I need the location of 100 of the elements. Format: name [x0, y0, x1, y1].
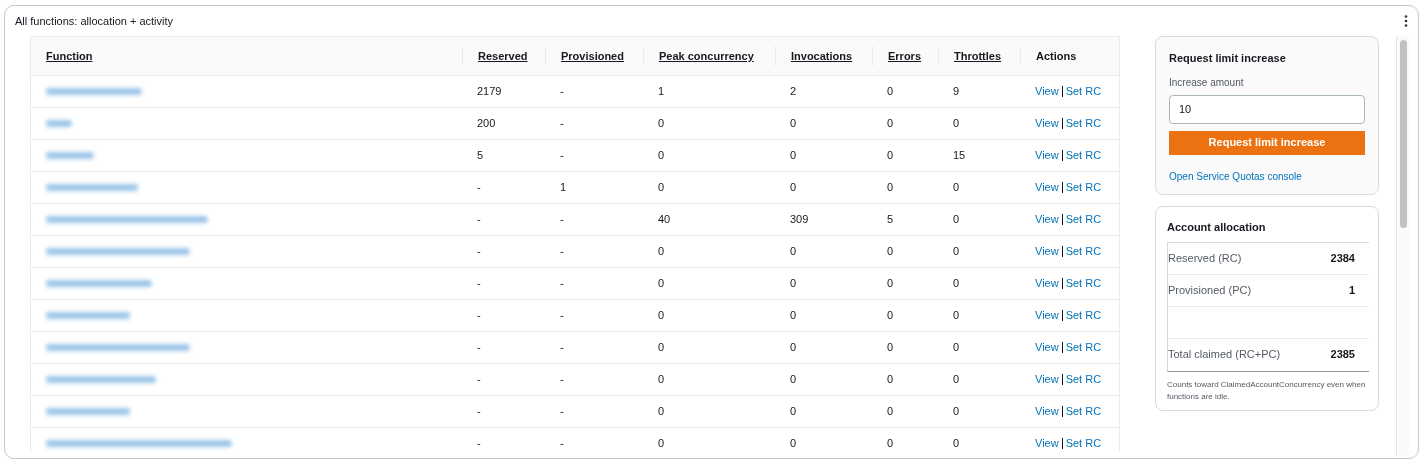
view-link[interactable]: View	[1035, 371, 1059, 388]
blurred-function-name[interactable]	[46, 312, 130, 319]
table-cell-text: -	[477, 308, 481, 324]
table-cell-text: 5	[477, 148, 484, 164]
column-header[interactable]: Reserved	[478, 47, 528, 65]
allocation-label: Reserved (RC)	[1168, 250, 1242, 266]
table-cell-text: 0	[790, 116, 797, 132]
request-limit-increase-button[interactable]: Request limit increase	[1169, 130, 1365, 155]
view-link[interactable]: View	[1035, 211, 1059, 228]
amount-field[interactable]: 10	[1169, 94, 1365, 124]
set-rc-link[interactable]: Set RC	[1065, 339, 1102, 356]
set-rc-link[interactable]: Set RC	[1065, 179, 1102, 196]
service-quotas-link[interactable]: Open Service Quotas console	[1169, 170, 1302, 182]
set-rc-link[interactable]: Set RC	[1065, 307, 1102, 324]
column-header: Actions	[1036, 48, 1077, 64]
view-link[interactable]: View	[1035, 403, 1059, 420]
set-rc-link[interactable]: Set RC	[1065, 147, 1102, 164]
blurred-function-name[interactable]	[46, 120, 72, 127]
table-cell-text: 0	[887, 372, 894, 388]
table-cell-text: 0	[887, 84, 894, 100]
table-cell-text: -	[477, 436, 481, 452]
column-header[interactable]: Provisioned	[561, 47, 624, 65]
table-cell-text: 0	[790, 148, 797, 164]
blurred-function-name[interactable]	[46, 408, 130, 415]
view-link[interactable]: View	[1035, 275, 1059, 292]
view-link[interactable]: View	[1035, 435, 1059, 452]
view-link[interactable]: View	[1035, 339, 1059, 356]
table-cell-text: -	[477, 244, 481, 260]
table-cell-text: -	[560, 116, 564, 132]
table-cell-text: -	[560, 340, 564, 356]
blurred-function-name[interactable]	[46, 88, 142, 95]
table-cell-text: 0	[790, 180, 797, 196]
table-cell-text: -	[560, 84, 564, 100]
blurred-function-name[interactable]	[46, 344, 190, 351]
table-cell-text: 15	[953, 148, 966, 164]
table-cell-text: -	[477, 212, 481, 228]
column-header[interactable]: Throttles	[954, 47, 1002, 65]
set-rc-link[interactable]: Set RC	[1065, 403, 1102, 420]
table-cell-text: 0	[887, 340, 894, 356]
table-cell-text: 0	[953, 244, 960, 260]
view-link[interactable]: View	[1035, 147, 1059, 164]
field-label: Increase amount	[1169, 75, 1245, 90]
allocation-label: Total claimed (RC+PC)	[1168, 347, 1281, 363]
set-rc-link[interactable]: Set RC	[1065, 243, 1102, 260]
table-cell-text: -	[560, 372, 564, 388]
table-cell-text: -	[560, 276, 564, 292]
blurred-function-name[interactable]	[46, 280, 152, 287]
table-cell-text: 0	[658, 148, 665, 164]
table-cell-text: 0	[887, 436, 894, 452]
table-cell-text: 2179	[477, 84, 502, 100]
card-title: Account allocation	[1167, 220, 1267, 235]
table-cell-text: 0	[887, 404, 894, 420]
column-header[interactable]: Invocations	[791, 47, 853, 65]
view-link[interactable]: View	[1035, 243, 1059, 260]
column-header[interactable]: Function	[46, 47, 93, 65]
table-cell-text: 0	[658, 116, 665, 132]
column-header[interactable]: Errors	[888, 47, 922, 65]
blurred-function-name[interactable]	[46, 248, 190, 255]
table-cell-text: 0	[887, 308, 894, 324]
table-cell-text: 0	[953, 404, 960, 420]
table-cell-text: 2	[790, 84, 797, 100]
more-options-icon[interactable]	[1404, 15, 1408, 27]
table-cell-text: 0	[658, 308, 665, 324]
table-cell-text: 0	[790, 308, 797, 324]
table-cell-text: 0	[953, 436, 960, 452]
panel-title: All functions: allocation + activity	[15, 13, 174, 29]
column-header[interactable]: Peak concurrency	[659, 47, 754, 65]
blurred-function-name[interactable]	[46, 440, 232, 447]
blurred-function-name[interactable]	[46, 184, 138, 191]
scrollbar-thumb[interactable]	[1399, 40, 1407, 228]
view-link[interactable]: View	[1035, 307, 1059, 324]
table-cell-text: -	[560, 308, 564, 324]
view-link[interactable]: View	[1035, 115, 1059, 132]
table-cell-text: 0	[953, 276, 960, 292]
table-cell-text: -	[560, 436, 564, 452]
table-cell-text: 0	[953, 116, 960, 132]
view-link[interactable]: View	[1035, 83, 1059, 100]
view-link[interactable]: View	[1035, 179, 1059, 196]
table-cell-text: 1	[560, 180, 567, 196]
set-rc-link[interactable]: Set RC	[1065, 371, 1102, 388]
table-cell-text: 0	[790, 372, 797, 388]
allocation-label: Provisioned (PC)	[1168, 282, 1252, 298]
table-cell-text: 40	[658, 212, 671, 228]
table-cell-text: 0	[953, 340, 960, 356]
set-rc-link[interactable]: Set RC	[1065, 115, 1102, 132]
blurred-function-name[interactable]	[46, 376, 156, 383]
allocation-value: 2384	[1330, 250, 1355, 266]
table-cell-text: 0	[887, 244, 894, 260]
blurred-function-name[interactable]	[46, 216, 208, 223]
table-cell-text: 0	[658, 372, 665, 388]
set-rc-link[interactable]: Set RC	[1065, 211, 1102, 228]
table-cell-text: 0	[658, 340, 665, 356]
set-rc-link[interactable]: Set RC	[1065, 275, 1102, 292]
table-cell-text: -	[477, 276, 481, 292]
set-rc-link[interactable]: Set RC	[1065, 83, 1102, 100]
table-cell-text: 0	[658, 244, 665, 260]
table-cell-text: 0	[953, 308, 960, 324]
blurred-function-name[interactable]	[46, 152, 94, 159]
table-cell-text: 0	[887, 276, 894, 292]
set-rc-link[interactable]: Set RC	[1065, 435, 1102, 452]
